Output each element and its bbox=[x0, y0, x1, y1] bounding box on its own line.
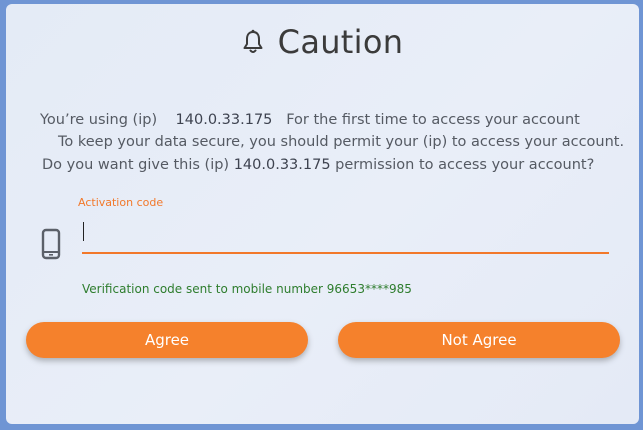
dialog-header: Caution bbox=[6, 22, 639, 62]
message-line-3: Do you want give this (ip) 140.0.33.175 … bbox=[42, 157, 594, 173]
message-line-2: To keep your data secure, you should per… bbox=[58, 134, 625, 150]
ip-address: 140.0.33.175 bbox=[233, 157, 331, 173]
message-line-3-prefix: Do you want give this (ip) bbox=[42, 157, 230, 173]
dialog-title: Caution bbox=[277, 23, 404, 61]
agree-button[interactable]: Agree bbox=[26, 322, 308, 358]
caution-dialog: Caution You’re using (ip) 140.0.33.175 F… bbox=[6, 4, 639, 424]
message-line-3-suffix: permission to access your account? bbox=[335, 157, 595, 173]
activation-code-input[interactable] bbox=[82, 216, 609, 254]
bell-icon bbox=[242, 29, 264, 55]
mobile-phone-icon bbox=[41, 228, 61, 260]
text-caret bbox=[83, 222, 84, 241]
ip-address: 140.0.33.175 bbox=[175, 112, 273, 128]
activation-code-label: Activation code bbox=[78, 196, 164, 209]
message-line-1-prefix: You’re using (ip) bbox=[40, 112, 158, 128]
verification-note: Verification code sent to mobile number … bbox=[82, 282, 412, 296]
not-agree-button[interactable]: Not Agree bbox=[338, 322, 620, 358]
message-line-1-suffix: For the first time to access your accoun… bbox=[286, 112, 580, 128]
message-line-1: You’re using (ip) 140.0.33.175 For the f… bbox=[40, 112, 580, 128]
